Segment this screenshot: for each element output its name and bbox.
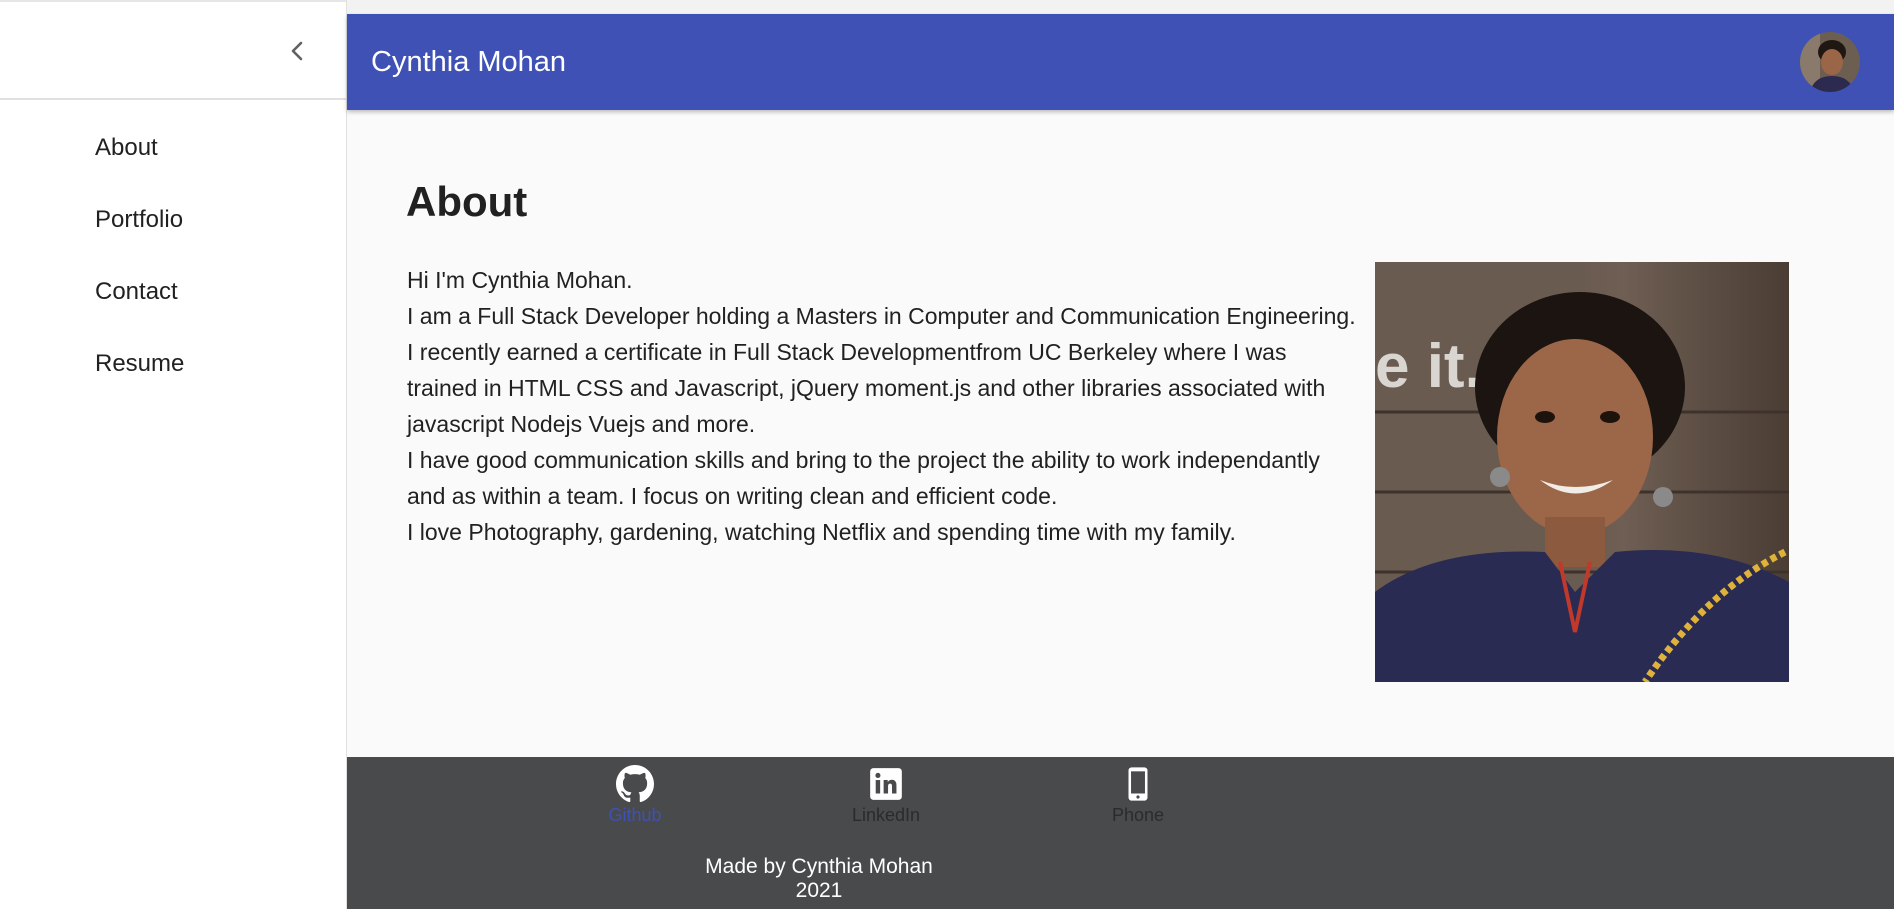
- nav-list: About Portfolio Contact Resume: [0, 112, 346, 400]
- about-paragraph: I recently earned a certificate in Full …: [407, 339, 1326, 437]
- github-icon: [616, 765, 654, 803]
- about-paragraph: I love Photography, gardening, watching …: [407, 519, 1236, 545]
- nav-item-label: About: [95, 134, 158, 161]
- nav-item-about[interactable]: About: [0, 112, 346, 184]
- phone-icon: [1128, 767, 1148, 801]
- app-title: Cynthia Mohan: [371, 46, 567, 78]
- avatar[interactable]: [1800, 32, 1860, 92]
- nav-item-contact[interactable]: Contact: [0, 256, 346, 328]
- nav-item-portfolio[interactable]: Portfolio: [0, 184, 346, 256]
- about-paragraph: Hi I'm Cynthia Mohan.: [407, 267, 633, 293]
- nav-item-label: Portfolio: [95, 206, 184, 233]
- svg-text:e it.: e it.: [1375, 332, 1482, 401]
- profile-photo: e it.: [1375, 262, 1789, 682]
- footer-link-label: Github: [608, 805, 662, 825]
- about-paragraph: I have good communication skills and bri…: [407, 447, 1320, 509]
- footer: Github LinkedIn Phone Made by Cynthia Mo…: [347, 757, 1894, 909]
- app-bar: Cynthia Mohan: [347, 14, 1894, 110]
- nav-item-label: Contact: [95, 278, 178, 305]
- drawer-header: [0, 2, 346, 100]
- footer-credit: Made by Cynthia Mohan 2021: [705, 855, 933, 902]
- linkedin-icon: [870, 768, 902, 800]
- footer-link-github[interactable]: Github: [575, 765, 695, 826]
- footer-link-label: LinkedIn: [851, 805, 921, 825]
- collapse-drawer-button[interactable]: [280, 34, 314, 68]
- about-text: Hi I'm Cynthia Mohan. I am a Full Stack …: [407, 262, 1357, 550]
- page-title: About: [406, 178, 528, 225]
- avatar-image: [1800, 32, 1860, 92]
- footer-link-phone[interactable]: Phone: [1078, 765, 1198, 826]
- main-content: About Hi I'm Cynthia Mohan. I am a Full …: [347, 110, 1894, 757]
- footer-link-linkedin[interactable]: LinkedIn: [826, 765, 946, 826]
- footer-link-label: Phone: [1111, 805, 1165, 825]
- about-paragraph: I am a Full Stack Developer holding a Ma…: [407, 303, 1356, 329]
- top-strip: [347, 0, 1894, 14]
- navigation-drawer: About Portfolio Contact Resume: [0, 0, 347, 909]
- chevron-left-icon: [291, 41, 303, 61]
- nav-item-resume[interactable]: Resume: [0, 328, 346, 400]
- nav-item-label: Resume: [95, 350, 185, 377]
